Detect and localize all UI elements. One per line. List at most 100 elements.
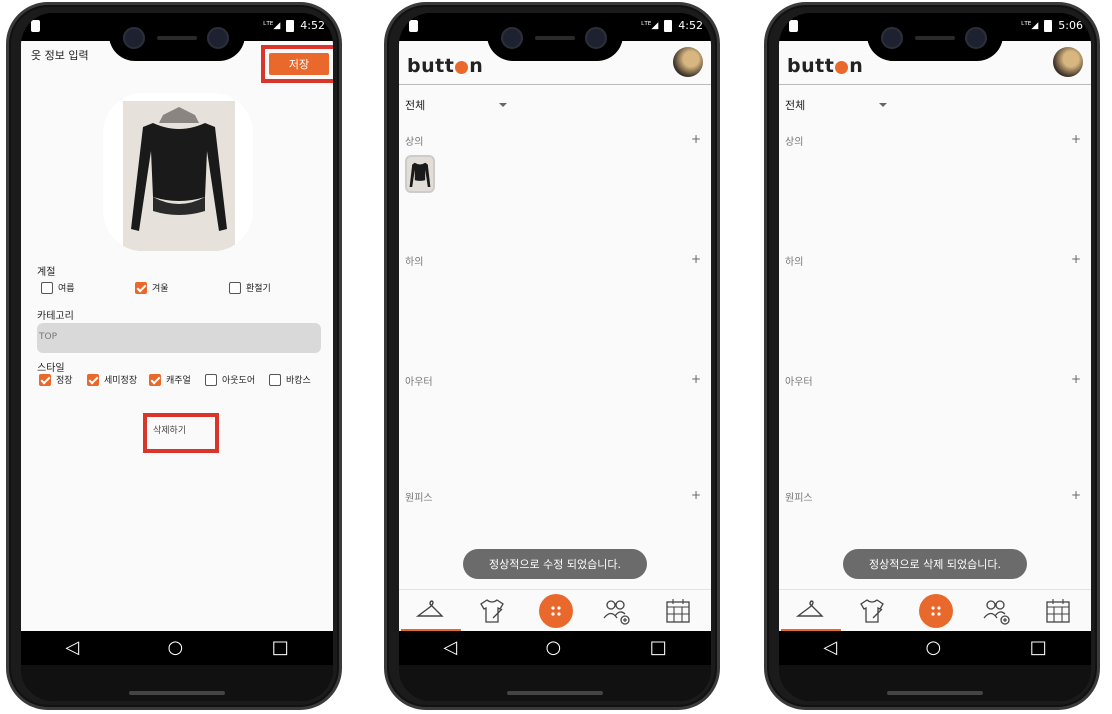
signal-icon: ᴸᵀᴱ◢: [1021, 20, 1039, 31]
home-icon[interactable]: ○: [546, 639, 562, 657]
notch: [109, 13, 245, 61]
calendar-icon[interactable]: [1043, 596, 1073, 626]
clothes-thumbnail[interactable]: [405, 155, 435, 193]
checkbox-label: 바캉스: [286, 376, 311, 386]
back-icon[interactable]: ◁: [823, 639, 837, 657]
avatar[interactable]: [673, 47, 703, 77]
save-button[interactable]: 저장: [269, 53, 329, 75]
button-icon[interactable]: [919, 594, 953, 628]
add-bottom-button[interactable]: +: [1071, 252, 1081, 266]
logo-text: n: [469, 55, 484, 77]
battery-icon: [1044, 19, 1053, 32]
calendar-icon[interactable]: [663, 596, 693, 626]
status-time: 5:06: [1058, 19, 1083, 32]
add-top-button[interactable]: +: [1071, 132, 1081, 146]
checked-checkbox-icon: [135, 281, 147, 294]
android-nav-bar: ◁ ○ □: [779, 631, 1091, 665]
home-icon[interactable]: ○: [168, 639, 184, 657]
speaker: [535, 36, 575, 40]
sim-icon: [31, 20, 40, 32]
back-icon[interactable]: ◁: [443, 639, 457, 657]
add-top-button[interactable]: +: [691, 132, 701, 146]
style-formal-checkbox[interactable]: 정장: [39, 373, 73, 386]
category-field[interactable]: TOP: [37, 323, 321, 353]
black-top-thumbnail: [409, 162, 431, 187]
avatar[interactable]: [1053, 47, 1083, 77]
shirt-edit-icon[interactable]: [477, 596, 507, 626]
camera-icon: [881, 27, 903, 49]
style-vacance-checkbox[interactable]: 바캉스: [269, 373, 311, 386]
signal-icon: ᴸᵀᴱ◢: [641, 20, 659, 31]
phone-frame-1: ᴸᵀᴱ◢ 4:52 옷 정보 입력 저장 계절 여름 겨울 환절기 카테고리 T…: [6, 2, 342, 710]
checked-checkbox-icon: [39, 373, 51, 386]
add-onepiece-button[interactable]: +: [1071, 488, 1081, 502]
camera-icon: [501, 27, 523, 49]
phone-chin: [21, 665, 333, 701]
section-onepiece-label: 원피스: [405, 493, 433, 504]
recent-apps-icon[interactable]: □: [650, 639, 667, 657]
checkbox-label: 아웃도어: [222, 376, 256, 386]
phone-frame-3: ᴸᵀᴱ◢ 5:06 butt n 전체 상의 + 하의 + 아우터 + 원피스 …: [764, 2, 1100, 710]
shirt-edit-icon[interactable]: [857, 596, 887, 626]
friends-add-icon[interactable]: [601, 596, 631, 626]
checked-checkbox-icon: [149, 373, 161, 386]
back-icon[interactable]: ◁: [65, 639, 79, 657]
style-label: 스타일: [37, 363, 65, 374]
divider: [399, 84, 711, 85]
android-nav-bar: ◁ ○ □: [21, 631, 333, 665]
closet-page: butt n 전체 상의 + 하의 + 아우터 + 원피스 + 정상적으로 삭제…: [779, 41, 1091, 631]
delete-button[interactable]: 삭제하기: [153, 423, 186, 436]
season-transition-checkbox[interactable]: 환절기: [229, 281, 271, 294]
checkbox-label: 캐주얼: [166, 376, 191, 386]
checkbox-icon: [229, 281, 241, 294]
screen-2: ᴸᵀᴱ◢ 4:52 butt n 전체 상의 + 하의 + 아우터 + 원피스 …: [399, 13, 711, 701]
bottom-tab-bar: [399, 589, 711, 631]
chevron-down-icon[interactable]: [879, 103, 887, 107]
season-label: 계절: [37, 267, 56, 278]
season-summer-checkbox[interactable]: 여름: [41, 281, 75, 294]
delete-highlight: 삭제하기: [143, 413, 219, 453]
section-onepiece-label: 원피스: [785, 493, 813, 504]
sim-icon: [789, 20, 798, 32]
season-winter-checkbox[interactable]: 겨울: [135, 281, 169, 294]
clothes-image: [123, 101, 235, 251]
style-semiformal-checkbox[interactable]: 세미정장: [87, 373, 137, 386]
speaker: [157, 36, 197, 40]
checked-checkbox-icon: [87, 373, 99, 386]
screen-1: ᴸᵀᴱ◢ 4:52 옷 정보 입력 저장 계절 여름 겨울 환절기 카테고리 T…: [21, 13, 333, 701]
toast-message: 정상적으로 삭제 되었습니다.: [843, 549, 1027, 579]
closet-page: butt n 전체 상의 + 하의 + 아우터 + 원피스 + 정상적으로 수정…: [399, 41, 711, 631]
hanger-icon[interactable]: [415, 596, 445, 626]
section-outer-label: 아우터: [785, 377, 813, 388]
android-nav-bar: ◁ ○ □: [399, 631, 711, 665]
toast-message: 정상적으로 수정 되었습니다.: [463, 549, 647, 579]
status-time: 4:52: [678, 19, 703, 32]
section-bottom-label: 하의: [405, 257, 424, 268]
add-outer-button[interactable]: +: [1071, 372, 1081, 386]
button-icon[interactable]: [539, 594, 573, 628]
checkbox-label: 겨울: [152, 284, 169, 294]
checkbox-icon: [41, 281, 53, 294]
checkbox-icon: [205, 373, 217, 386]
chevron-down-icon[interactable]: [499, 103, 507, 107]
add-bottom-button[interactable]: +: [691, 252, 701, 266]
clothes-photo[interactable]: [103, 93, 253, 251]
recent-apps-icon[interactable]: □: [272, 639, 289, 657]
phone-frame-2: ᴸᵀᴱ◢ 4:52 butt n 전체 상의 + 하의 + 아우터 + 원피스 …: [384, 2, 720, 710]
style-casual-checkbox[interactable]: 캐주얼: [149, 373, 191, 386]
clothes-edit-page: 옷 정보 입력 저장 계절 여름 겨울 환절기 카테고리 TOP 스타일 정장 …: [21, 41, 333, 631]
add-outer-button[interactable]: +: [691, 372, 701, 386]
notch: [487, 13, 623, 61]
filter-dropdown[interactable]: 전체: [405, 97, 425, 113]
recent-apps-icon[interactable]: □: [1030, 639, 1047, 657]
app-logo: butt n: [407, 55, 483, 77]
friends-add-icon[interactable]: [981, 596, 1011, 626]
filter-dropdown[interactable]: 전체: [785, 97, 805, 113]
hanger-icon[interactable]: [795, 596, 825, 626]
home-icon[interactable]: ○: [926, 639, 942, 657]
style-outdoor-checkbox[interactable]: 아웃도어: [205, 373, 255, 386]
add-onepiece-button[interactable]: +: [691, 488, 701, 502]
battery-icon: [664, 19, 673, 32]
camera-icon: [585, 27, 607, 49]
phone-chin: [399, 665, 711, 701]
